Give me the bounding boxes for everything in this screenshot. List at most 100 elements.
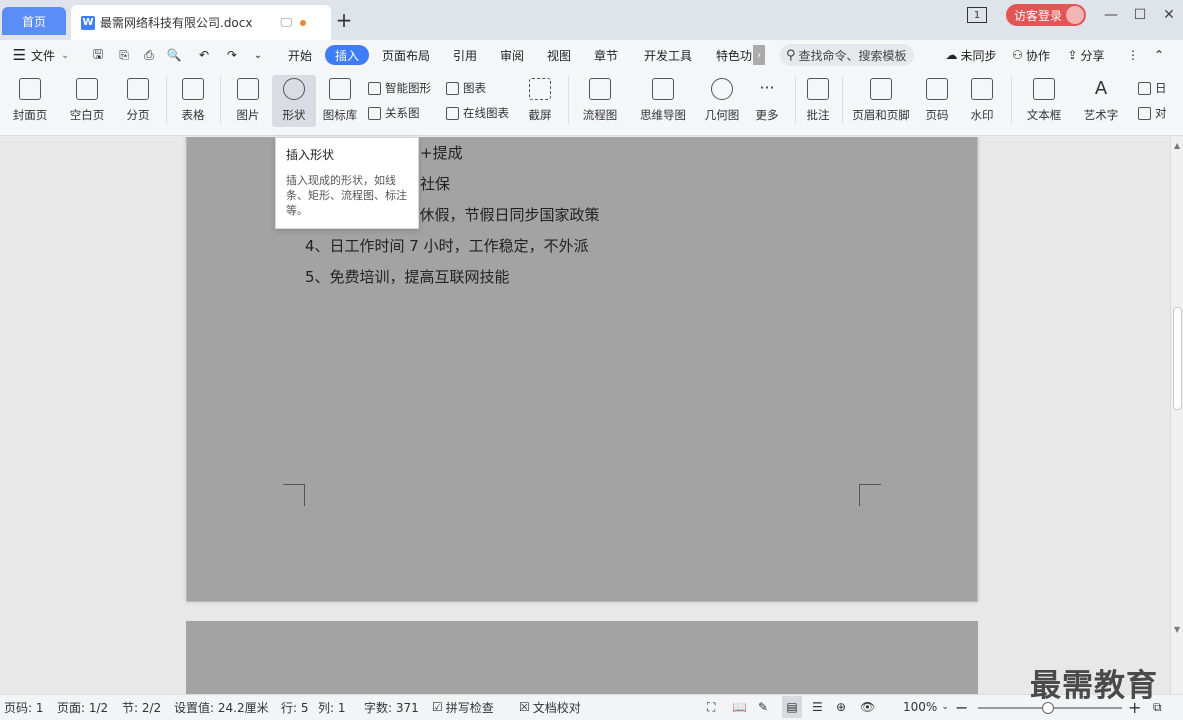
status-page-number[interactable]: 页码: 1 bbox=[4, 694, 44, 720]
document-canvas[interactable]: +提成 社保 3、大小休，带薪休假，节假日同步国家政策 4、日工作时间 7 小时… bbox=[0, 137, 1170, 694]
page-number-label: 页码 bbox=[925, 108, 949, 122]
page-break-label: 分页 bbox=[126, 108, 150, 122]
sync-status-button[interactable]: ☁ 未同步 bbox=[942, 40, 1000, 70]
menu-developer[interactable]: 开发工具 bbox=[640, 40, 696, 70]
page-number-icon bbox=[926, 78, 948, 100]
close-button[interactable]: ✕ bbox=[1158, 5, 1180, 25]
textbox-button[interactable]: 文本框 bbox=[1019, 74, 1069, 130]
window-count-badge[interactable]: 1 bbox=[967, 7, 987, 23]
vertical-scrollbar[interactable]: ▲ ▼ bbox=[1170, 137, 1183, 694]
save-icon[interactable]: 🖫 bbox=[90, 40, 106, 70]
doc-line-4: 4、日工作时间 7 小时，工作稳定，不外派 bbox=[305, 237, 589, 255]
menu-features[interactable]: 特色功 bbox=[716, 40, 754, 70]
flowchart-button[interactable]: 流程图 bbox=[576, 74, 624, 130]
geometry-button[interactable]: 几何图 bbox=[702, 74, 742, 130]
object-button[interactable]: 对 bbox=[1138, 103, 1167, 123]
online-chart-button[interactable]: 在线图表 bbox=[446, 103, 509, 123]
more-options-icon[interactable]: ⋮ bbox=[1126, 40, 1140, 70]
edit-mode-icon[interactable]: ✎ bbox=[758, 694, 768, 720]
menu-scroll-right-icon[interactable]: › bbox=[753, 45, 765, 65]
monitor-icon[interactable]: 🖵 bbox=[280, 15, 292, 30]
header-footer-button[interactable]: 页眉和页脚 bbox=[849, 74, 913, 130]
online-chart-icon bbox=[446, 106, 459, 120]
menu-start[interactable]: 开始 bbox=[282, 40, 318, 70]
status-page-total[interactable]: 页面: 1/2 bbox=[57, 694, 108, 720]
menu-references[interactable]: 引用 bbox=[449, 40, 481, 70]
share-icon: ⇪ bbox=[1067, 48, 1078, 62]
mindmap-label: 思维导图 bbox=[640, 108, 686, 122]
ribbon-divider bbox=[1011, 76, 1012, 124]
menu-page-layout[interactable]: 页面布局 bbox=[378, 40, 434, 70]
menu-review[interactable]: 审阅 bbox=[496, 40, 528, 70]
menu-view[interactable]: 视图 bbox=[543, 40, 575, 70]
margin-corner-bl bbox=[283, 484, 305, 506]
tab-document[interactable]: W 最需网络科技有限公司.docx 🖵 bbox=[71, 5, 331, 40]
collapse-ribbon-icon[interactable]: ⌃ bbox=[1150, 40, 1168, 70]
collaborate-button[interactable]: ⚇ 协作 bbox=[1008, 40, 1054, 70]
new-tab-button[interactable]: + bbox=[334, 8, 354, 32]
eye-protection-icon[interactable]: 👁 bbox=[860, 694, 875, 720]
command-search[interactable]: ⚲ 查找命令、搜索模板 bbox=[780, 44, 914, 66]
minimize-button[interactable]: — bbox=[1100, 5, 1122, 25]
fullscreen-icon[interactable]: ⛶ bbox=[707, 694, 715, 720]
export-pdf-icon[interactable]: ⎘ bbox=[116, 40, 132, 70]
scroll-up-icon[interactable]: ▲ bbox=[1174, 141, 1180, 150]
menu-section[interactable]: 章节 bbox=[590, 40, 622, 70]
comment-button[interactable]: 批注 bbox=[802, 74, 834, 130]
watermark-button[interactable]: 水印 bbox=[962, 74, 1002, 130]
status-section[interactable]: 节: 2/2 bbox=[122, 694, 161, 720]
page-view-icon[interactable]: ▤ bbox=[782, 696, 802, 718]
file-menu-label: 文件 bbox=[31, 48, 56, 63]
quick-access-dropdown-icon[interactable]: ⌄ bbox=[251, 40, 265, 70]
document-page-2[interactable] bbox=[186, 621, 978, 694]
page-break-button[interactable]: 分页 bbox=[120, 74, 156, 130]
doc-proofread-button[interactable]: ☒ 文档校对 bbox=[519, 694, 581, 720]
command-search-placeholder: 查找命令、搜索模板 bbox=[798, 48, 907, 63]
status-row[interactable]: 行: 5 bbox=[281, 694, 309, 720]
screenshot-label: 截屏 bbox=[528, 108, 552, 122]
geometry-icon bbox=[711, 78, 733, 100]
comment-label: 批注 bbox=[806, 108, 830, 122]
scroll-down-icon[interactable]: ▼ bbox=[1174, 625, 1180, 634]
zoom-out-button[interactable]: − bbox=[955, 694, 968, 720]
relation-chart-button[interactable]: 关系图 bbox=[368, 103, 420, 123]
print-icon[interactable]: ⎙ bbox=[141, 40, 157, 70]
doc-line-2-tail: 社保 bbox=[420, 175, 451, 193]
smart-art-button[interactable]: 智能图形 bbox=[368, 78, 431, 98]
spell-check-button[interactable]: ☑ 拼写检查 bbox=[432, 694, 494, 720]
comment-icon bbox=[807, 78, 829, 100]
wordart-button[interactable]: A 艺术字 bbox=[1076, 74, 1126, 130]
file-menu[interactable]: ☰ 文件 ⌄ bbox=[8, 40, 74, 70]
blank-page-label: 空白页 bbox=[69, 108, 105, 122]
maximize-button[interactable]: ☐ bbox=[1129, 5, 1151, 25]
tab-home[interactable]: 首页 bbox=[2, 7, 66, 35]
guest-login-button[interactable]: 访客登录 bbox=[1006, 4, 1086, 26]
blank-page-button[interactable]: 空白页 bbox=[63, 74, 111, 130]
mindmap-button[interactable]: 思维导图 bbox=[633, 74, 693, 130]
shape-button[interactable]: 形状 bbox=[274, 74, 314, 130]
zoom-level[interactable]: 100% ⌄ bbox=[903, 694, 949, 720]
relation-chart-icon bbox=[368, 106, 381, 120]
chart-button[interactable]: 图表 bbox=[446, 78, 486, 98]
menu-insert[interactable]: 插入 bbox=[325, 45, 369, 65]
read-mode-icon[interactable]: 📖 bbox=[732, 694, 747, 720]
icon-library-button[interactable]: 图标库 bbox=[320, 74, 360, 130]
undo-icon[interactable]: ↶ bbox=[192, 40, 216, 70]
web-view-icon[interactable]: ⊕ bbox=[836, 694, 846, 720]
date-button[interactable]: 日 bbox=[1138, 78, 1167, 98]
share-label: 分享 bbox=[1080, 48, 1105, 63]
status-setting[interactable]: 设置值: 24.2厘米 bbox=[174, 694, 269, 720]
page-number-button[interactable]: 页码 bbox=[918, 74, 956, 130]
share-button[interactable]: ⇪ 分享 bbox=[1063, 40, 1109, 70]
cover-page-button[interactable]: 封面页 bbox=[6, 74, 54, 130]
status-col[interactable]: 列: 1 bbox=[318, 694, 346, 720]
redo-icon[interactable]: ↷ bbox=[224, 40, 240, 70]
screenshot-button[interactable]: 截屏 bbox=[520, 74, 560, 130]
more-button[interactable]: ··· 更多 bbox=[748, 74, 786, 130]
table-button[interactable]: 表格 bbox=[174, 74, 212, 130]
status-word-count[interactable]: 字数: 371 bbox=[364, 694, 419, 720]
picture-button[interactable]: 图片 bbox=[229, 74, 267, 130]
outline-view-icon[interactable]: ☰ bbox=[812, 694, 823, 720]
scroll-thumb[interactable] bbox=[1173, 307, 1182, 410]
print-preview-icon[interactable]: 🔍 bbox=[166, 40, 182, 70]
